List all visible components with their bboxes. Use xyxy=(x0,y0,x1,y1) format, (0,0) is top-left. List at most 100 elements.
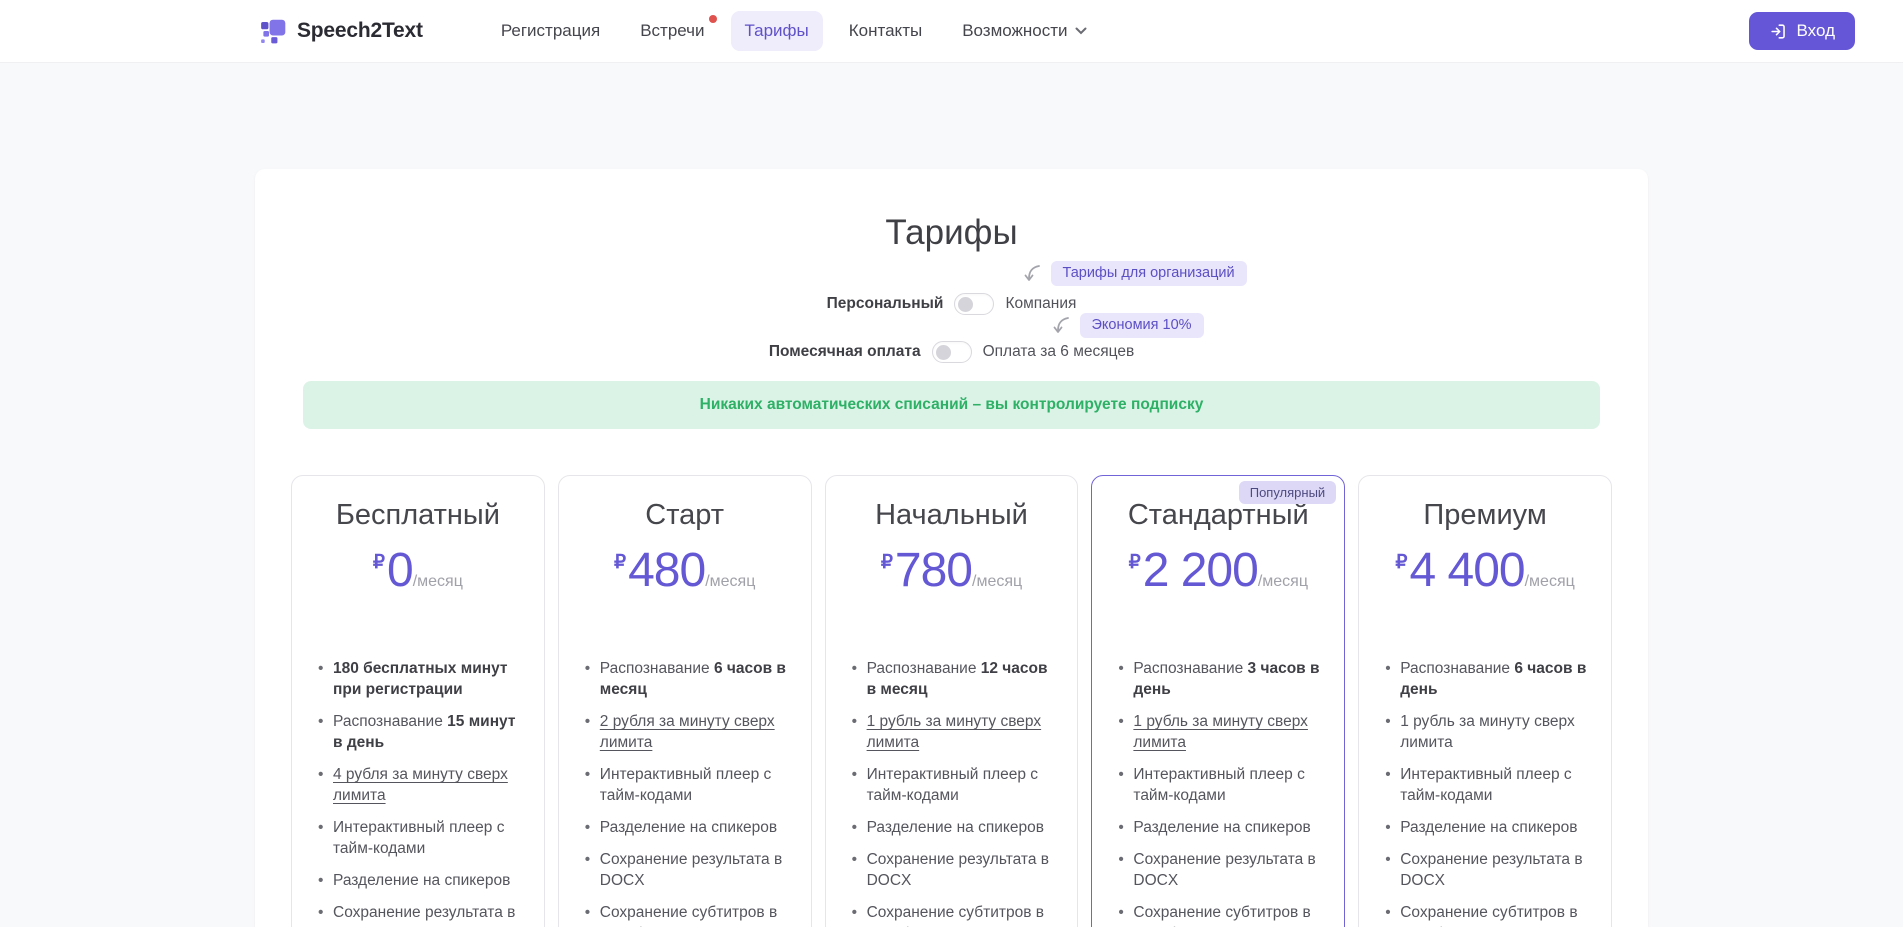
curve-down-arrow-icon xyxy=(1023,264,1042,286)
toggle-label-personal: Персональный xyxy=(827,295,944,313)
plan-price: ₽ 2 200 /месяц xyxy=(1116,544,1320,598)
feature-item: 4 рубля за минуту сверх лимита xyxy=(316,764,520,806)
chevron-down-icon xyxy=(1075,27,1087,35)
feature-item: Сохранение результата в DOCX xyxy=(1383,849,1587,891)
price-period: /месяц xyxy=(1258,573,1308,591)
currency-symbol: ₽ xyxy=(614,551,626,574)
login-button[interactable]: Вход xyxy=(1749,12,1855,50)
nav-item-label: Возможности xyxy=(962,21,1067,41)
plan-name: Бесплатный xyxy=(316,498,520,532)
feature-item: 1 рубль за минуту сверх лимита xyxy=(850,711,1054,753)
brand-name: Speech2Text xyxy=(297,19,423,43)
feature-list: Распознавание 12 часов в месяц 1 рубль за… xyxy=(850,658,1054,927)
feature-item: Разделение на спикеров xyxy=(583,817,787,838)
nav-item-тарифы[interactable]: Тарифы xyxy=(731,11,823,51)
feature-item: Распознавание 6 часов в день xyxy=(1383,658,1587,700)
currency-symbol: ₽ xyxy=(1395,551,1407,574)
login-label: Вход xyxy=(1797,21,1835,41)
feature-item: Сохранение субтитров в SRT формате xyxy=(850,902,1054,927)
feature-item: 1 рубль за минуту сверх лимита xyxy=(1383,711,1587,753)
feature-link[interactable]: 1 рубль за минуту сверх лимита xyxy=(1133,713,1308,751)
feature-item: 180 бесплатных минут при регистрации xyxy=(316,658,520,700)
switch-knob xyxy=(958,297,973,312)
feature-item: Распознавание 3 часов в день xyxy=(1116,658,1320,700)
price-amount: 4 400 xyxy=(1409,544,1524,598)
billing-switch[interactable] xyxy=(932,341,972,363)
price-period: /месяц xyxy=(972,573,1022,591)
header: Speech2Text Регистрация Встречи Тарифы Конт… xyxy=(0,0,1903,63)
nav-item-label: Контакты xyxy=(849,21,922,41)
feature-item: Интерактивный плеер с тайм-кодами xyxy=(316,817,520,859)
plan-card: Начальный ₽ 780 /месяц Распознавание 12 … xyxy=(825,475,1079,927)
feature-item: Интерактивный плеер с тайм-кодами xyxy=(850,764,1054,806)
org-pricing-badge[interactable]: Тарифы для организаций xyxy=(1051,261,1247,286)
nav-item-встречи[interactable]: Встречи xyxy=(626,11,718,51)
plan-card: Бесплатный ₽ 0 /месяц 180 бесплатных мин… xyxy=(291,475,545,927)
plan-card: Старт ₽ 480 /месяц Распознавание 6 часов… xyxy=(558,475,812,927)
price-period: /месяц xyxy=(1525,573,1575,591)
feature-item: Интерактивный плеер с тайм-кодами xyxy=(583,764,787,806)
feature-list: Распознавание 6 часов в месяц2 рубля за … xyxy=(583,658,787,927)
nav-item-возможности[interactable]: Возможности xyxy=(948,11,1100,51)
currency-symbol: ₽ xyxy=(373,551,385,574)
switch-knob xyxy=(936,345,951,360)
feature-item: Интерактивный плеер с тайм-кодами xyxy=(1116,764,1320,806)
price-period: /месяц xyxy=(705,573,755,591)
feature-item: Сохранение субтитров в SRT формате xyxy=(583,902,787,927)
plan-name: Премиум xyxy=(1383,498,1587,532)
no-autocharge-banner: Никаких автоматических списаний – вы кон… xyxy=(303,381,1600,429)
feature-list: Распознавание 3 часов в день 1 рубль за м… xyxy=(1116,658,1320,927)
toggle-label-semiannual: Оплата за 6 месяцев xyxy=(983,343,1135,361)
price-amount: 480 xyxy=(628,544,705,598)
feature-item: Сохранение субтитров в SRT формате xyxy=(1116,902,1320,927)
billing-toggle-row: Помесячная оплата Оплата за 6 месяцев xyxy=(255,339,1648,365)
login-icon xyxy=(1769,22,1788,41)
feature-item: Разделение на спикеров xyxy=(316,870,520,891)
feature-item: Разделение на спикеров xyxy=(1116,817,1320,838)
brand[interactable]: Speech2Text xyxy=(260,18,423,45)
feature-item: Интерактивный плеер с тайм-кодами xyxy=(1383,764,1587,806)
plan-card: Популярный Стандартный ₽ 2 200 /месяц Ра… xyxy=(1091,475,1345,927)
price-amount: 2 200 xyxy=(1143,544,1258,598)
nav-item-регистрация[interactable]: Регистрация xyxy=(487,11,614,51)
feature-item: 1 рубль за минуту сверх лимита xyxy=(1116,711,1320,753)
feature-item: Сохранение результата в DOCX xyxy=(316,902,520,927)
feature-item: Разделение на спикеров xyxy=(1383,817,1587,838)
feature-item: Сохранение результата в DOCX xyxy=(1116,849,1320,891)
plan-price: ₽ 0 /месяц xyxy=(316,544,520,598)
savings-badge[interactable]: Экономия 10% xyxy=(1080,313,1204,338)
currency-symbol: ₽ xyxy=(1129,551,1141,574)
main-nav: Регистрация Встречи Тарифы Контакты Возможно… xyxy=(487,11,1101,51)
plan-price: ₽ 4 400 /месяц xyxy=(1383,544,1587,598)
plan-cards: Бесплатный ₽ 0 /месяц 180 бесплатных мин… xyxy=(255,475,1648,927)
curve-down-arrow-icon xyxy=(1052,316,1071,338)
plan-price: ₽ 480 /месяц xyxy=(583,544,787,598)
feature-item: Сохранение субтитров в SRT формате xyxy=(1383,902,1587,927)
plan-price: ₽ 780 /месяц xyxy=(850,544,1054,598)
page-title: Тарифы xyxy=(255,211,1648,255)
plan-name: Старт xyxy=(583,498,787,532)
toggle-label-company: Компания xyxy=(1005,295,1076,313)
nav-item-контакты[interactable]: Контакты xyxy=(835,11,936,51)
nav-item-label: Встречи xyxy=(640,21,704,41)
audience-switch[interactable] xyxy=(954,293,994,315)
currency-symbol: ₽ xyxy=(881,551,893,574)
feature-list: 180 бесплатных минут при регистрации Расп… xyxy=(316,658,520,927)
feature-link[interactable]: 1 рубль за минуту сверх лимита xyxy=(867,713,1042,751)
price-amount: 0 xyxy=(387,544,413,598)
feature-item: Сохранение результата в DOCX xyxy=(850,849,1054,891)
plan-card: Премиум ₽ 4 400 /месяц Распознавание 6 ч… xyxy=(1358,475,1612,927)
nav-item-label: Регистрация xyxy=(501,21,600,41)
pricing-panel: Тарифы Тарифы для организаций Персональн… xyxy=(255,169,1648,927)
feature-link[interactable]: 4 рубля за минуту сверх лимита xyxy=(333,766,508,804)
feature-item: 2 рубля за минуту сверх лимита xyxy=(583,711,787,753)
main-content: Тарифы Тарифы для организаций Персональн… xyxy=(0,169,1903,927)
feature-item: Распознавание 12 часов в месяц xyxy=(850,658,1054,700)
notification-dot xyxy=(709,15,717,23)
feature-link[interactable]: 2 рубля за минуту сверх лимита xyxy=(600,713,775,751)
feature-item: Сохранение результата в DOCX xyxy=(583,849,787,891)
toggle-label-monthly: Помесячная оплата xyxy=(769,343,921,361)
popular-badge: Популярный xyxy=(1239,481,1336,504)
feature-item: Распознавание 15 минут в день xyxy=(316,711,520,753)
nav-item-label: Тарифы xyxy=(745,21,809,41)
